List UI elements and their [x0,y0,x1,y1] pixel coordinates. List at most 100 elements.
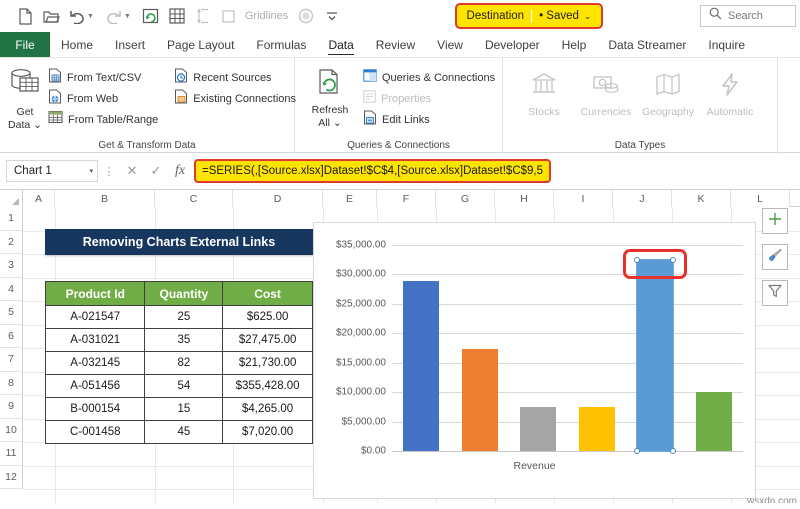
bar-chart[interactable]: $0.00 $5,000.00 $10,000.00 $15,000.00 $20,00… [313,222,756,499]
from-table-range-button[interactable]: From Table/Range [48,111,158,128]
more-commands-icon[interactable] [319,3,345,29]
table-header-cost[interactable]: Cost [222,281,313,306]
undo-dropdown-icon[interactable]: ▼ [87,13,94,20]
row-header-5[interactable]: 5 [0,301,23,325]
cell-cost[interactable]: $625.00 [222,305,313,329]
selection-handle[interactable] [670,448,677,454]
tab-insert[interactable]: Insert [104,32,156,57]
cell-cost[interactable]: $21,730.00 [222,351,313,375]
cell-product-id[interactable]: B-000154 [44,397,146,421]
tab-review[interactable]: Review [365,32,426,57]
cancel-icon[interactable]: ✕ [120,163,144,179]
table-icon[interactable] [164,3,190,29]
refresh-all-button[interactable]: Refresh All ⌄ [303,62,357,129]
column-header-a[interactable]: A [23,190,55,207]
cell-quantity[interactable]: 45 [144,420,224,444]
cell-product-id[interactable]: A-031021 [44,328,146,352]
row-header-11[interactable]: 11 [0,442,23,466]
name-box[interactable]: Chart 1 ▾ [6,160,98,182]
formula-input[interactable]: =SERIES(,[Source.xlsx]Dataset!$C$4,[Sour… [194,159,552,183]
automatic-button[interactable]: Automatic [699,62,761,118]
queries-connections-button[interactable]: Queries & Connections [363,68,495,86]
table-header-quantity[interactable]: Quantity [144,281,224,306]
workbook-saved-status[interactable]: Destination • Saved ⌄ [455,3,603,29]
column-header-h[interactable]: H [495,190,554,207]
column-header-d[interactable]: D [233,190,323,207]
cell-cost[interactable]: $355,428.00 [222,374,313,398]
refresh-save-icon[interactable] [138,3,164,29]
cell-quantity[interactable]: 54 [144,374,224,398]
tab-data-streamer[interactable]: Data Streamer [597,32,697,57]
search-input[interactable]: Search [700,5,796,27]
column-header-k[interactable]: K [672,190,731,207]
chart-styles-button[interactable] [762,244,788,270]
chart-bar[interactable] [461,349,498,451]
row-header-8[interactable]: 8 [0,371,23,395]
from-text-csv-button[interactable]: From Text/CSV [48,68,158,86]
column-header-j[interactable]: J [613,190,672,207]
select-all-corner[interactable] [0,190,23,207]
row-header-1[interactable]: 1 [0,207,23,231]
table-header-product-id[interactable]: Product Id [44,281,146,306]
selection-handle[interactable] [634,448,641,454]
chevron-down-icon[interactable]: ▾ [89,167,93,175]
chart-bar[interactable] [695,391,732,451]
tab-home[interactable]: Home [50,32,104,57]
row-header-9[interactable]: 9 [0,395,23,419]
column-header-g[interactable]: G [436,190,495,207]
formula-bar-handle[interactable]: ⋮ [98,165,120,178]
cell-quantity[interactable]: 15 [144,397,224,421]
new-file-icon[interactable] [12,3,38,29]
cell-product-id[interactable]: C-001458 [44,420,146,444]
tab-file[interactable]: File [0,32,50,57]
row-header-6[interactable]: 6 [0,324,23,348]
open-folder-icon[interactable] [38,3,64,29]
get-data-button[interactable]: Get Data ⌄ [8,62,42,131]
cell-product-id[interactable]: A-021547 [44,305,146,329]
tab-page-layout[interactable]: Page Layout [156,32,245,57]
cell-cost[interactable]: $4,265.00 [222,397,313,421]
row-header-4[interactable]: 4 [0,277,23,301]
currencies-button[interactable]: Currencies [575,62,637,118]
existing-connections-button[interactable]: Existing Connections [174,89,296,107]
theme-circle-icon[interactable] [293,3,319,29]
row-header-2[interactable]: 2 [0,230,23,254]
cell-cost[interactable]: $27,475.00 [222,328,313,352]
chart-bar[interactable] [578,406,615,451]
column-header-i[interactable]: I [554,190,613,207]
row-header-7[interactable]: 7 [0,348,23,372]
tab-data[interactable]: Data [317,32,364,57]
geography-button[interactable]: Geography [637,62,699,118]
chevron-down-icon[interactable]: ⌄ [584,11,592,22]
recent-sources-button[interactable]: Recent Sources [174,68,296,86]
column-header-f[interactable]: F [377,190,436,207]
cell-quantity[interactable]: 35 [144,328,224,352]
edit-links-button[interactable]: Edit Links [363,110,495,128]
row-header-3[interactable]: 3 [0,254,23,278]
cell-quantity[interactable]: 25 [144,305,224,329]
tab-formulas[interactable]: Formulas [245,32,317,57]
column-header-l[interactable]: L [731,190,790,207]
tab-inquire[interactable]: Inquire [697,32,756,57]
redo-dropdown-icon[interactable]: ▼ [124,13,131,20]
cell-product-id[interactable]: A-032145 [44,351,146,375]
column-header-b[interactable]: B [55,190,155,207]
chart-plot-area[interactable]: $0.00 $5,000.00 $10,000.00 $15,000.00 $20,00… [336,240,743,457]
from-web-button[interactable]: From Web [48,89,158,107]
chart-elements-button[interactable] [762,208,788,234]
chart-bar[interactable] [520,407,557,451]
column-header-e[interactable]: E [323,190,377,207]
row-header-10[interactable]: 10 [0,418,23,442]
chart-bar[interactable] [636,259,675,452]
row-height-icon[interactable] [190,3,216,29]
column-header-c[interactable]: C [155,190,233,207]
cell-cost[interactable]: $7,020.00 [222,420,313,444]
row-header-12[interactable]: 12 [0,465,23,489]
gridlines-checkbox-icon[interactable] [216,3,242,29]
chart-bars[interactable] [392,245,743,454]
chart-filters-button[interactable] [762,280,788,306]
tab-help[interactable]: Help [551,32,598,57]
tab-view[interactable]: View [426,32,474,57]
cell-quantity[interactable]: 82 [144,351,224,375]
stocks-button[interactable]: Stocks [513,62,575,118]
